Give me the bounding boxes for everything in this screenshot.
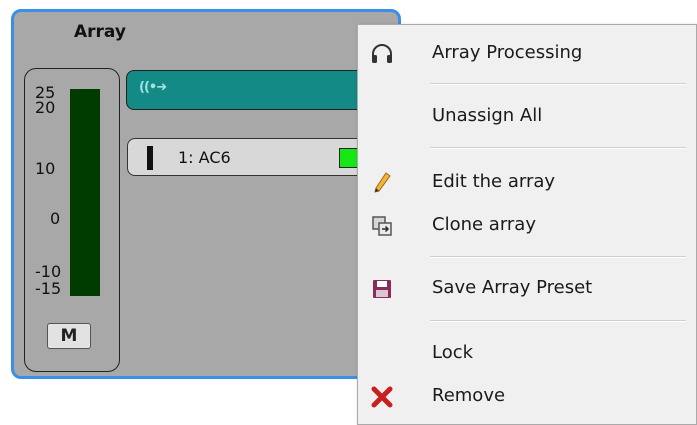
- menu-item-remove[interactable]: Remove: [360, 378, 690, 414]
- context-menu: Array Processing Unassign All Edit the a…: [357, 24, 697, 425]
- close-icon: [368, 384, 396, 410]
- clone-icon: [368, 213, 396, 239]
- menu-item-label: Edit the array: [432, 171, 556, 192]
- menu-item-label: Save Array Preset: [432, 277, 593, 298]
- meter-tick-10: 10: [35, 159, 56, 178]
- meter-bar: [70, 89, 100, 296]
- menu-separator: [430, 256, 686, 258]
- mute-button[interactable]: M: [47, 323, 91, 349]
- level-meter: 25 20 10 0 -10 -15 M: [24, 68, 120, 372]
- menu-separator: [430, 83, 686, 85]
- menu-item-save-array-preset[interactable]: Save Array Preset: [360, 270, 690, 306]
- meter-tick-20: 20: [35, 98, 56, 117]
- speaker-status-indicator: [339, 148, 359, 168]
- meter-tick-0: 0: [50, 209, 61, 228]
- menu-separator: [430, 147, 686, 149]
- floppy-disk-icon: [368, 276, 396, 302]
- menu-item-array-processing[interactable]: Array Processing: [360, 35, 690, 71]
- menu-item-label: Unassign All: [432, 105, 543, 126]
- pencil-icon: [368, 170, 396, 196]
- menu-item-edit-array[interactable]: Edit the array: [360, 164, 690, 200]
- menu-separator: [430, 320, 686, 322]
- menu-item-label: Remove: [432, 385, 506, 406]
- speaker-color-stripe: [147, 146, 153, 170]
- meter-tick-minus10: -10: [35, 262, 62, 281]
- speaker-label: 1: AC6: [178, 148, 231, 167]
- menu-item-clone-array[interactable]: Clone array: [360, 207, 690, 243]
- menu-item-label: Array Processing: [432, 42, 583, 63]
- speaker-waves-icon: ((•➜: [139, 80, 167, 95]
- menu-item-label: Lock: [432, 342, 474, 363]
- array-panel[interactable]: Array 25 20 10 0 -10 -15 M ((•➜ 1: AC6: [11, 9, 404, 379]
- menu-item-label: Clone array: [432, 214, 536, 235]
- array-title: Array: [74, 22, 126, 42]
- meter-tick-minus15: -15: [35, 279, 62, 298]
- menu-item-lock[interactable]: Lock: [360, 335, 690, 371]
- headphones-icon: [368, 41, 396, 67]
- menu-item-unassign-all[interactable]: Unassign All: [360, 98, 690, 134]
